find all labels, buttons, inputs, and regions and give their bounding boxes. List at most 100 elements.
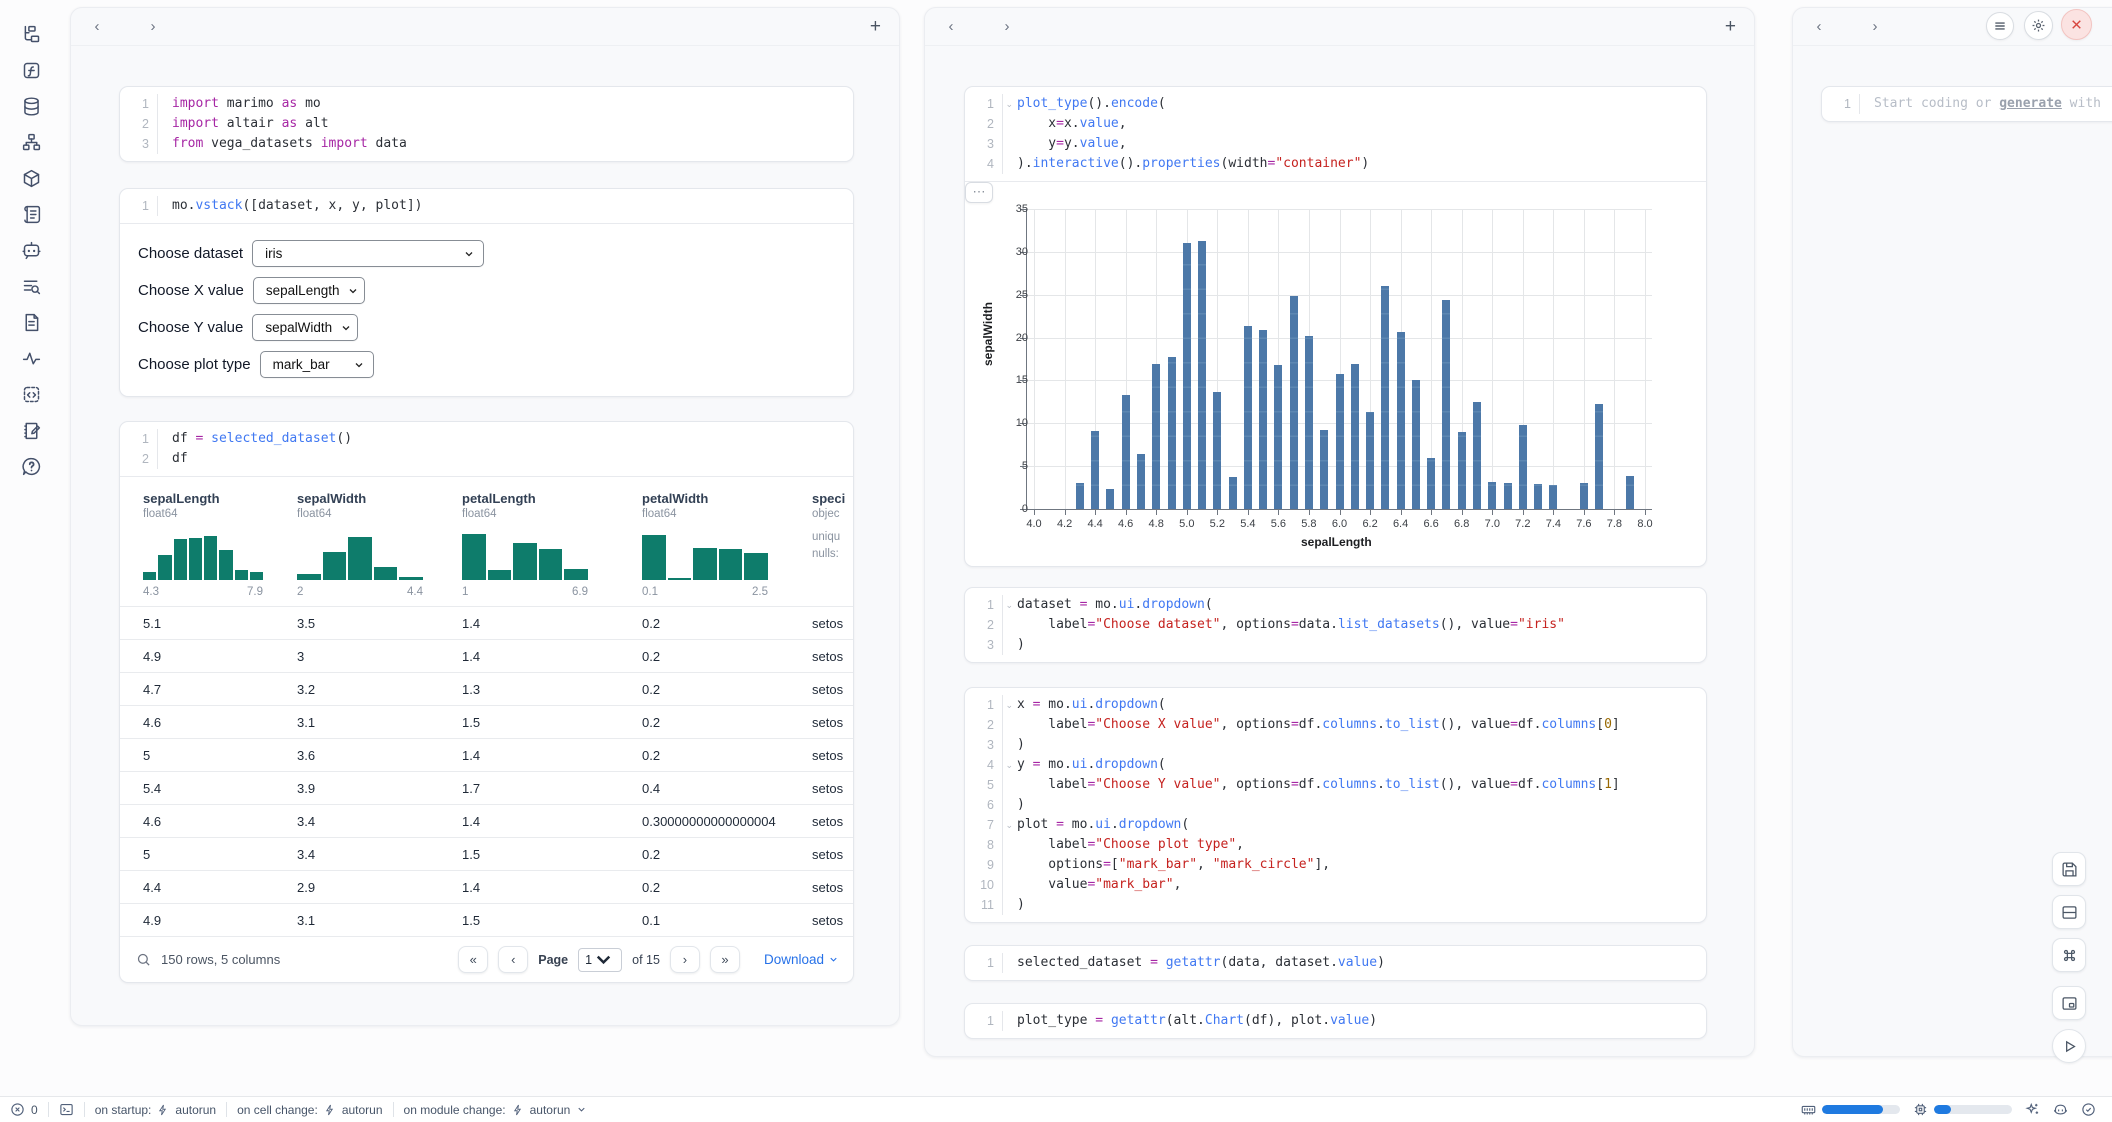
download-button[interactable]: Download bbox=[764, 952, 839, 967]
table-row[interactable]: 5.13.51.40.2setos bbox=[120, 606, 853, 639]
sidebar-item-scratchpad[interactable] bbox=[20, 419, 42, 441]
run-config-1[interactable]: on cell change:autorun bbox=[237, 1103, 382, 1117]
table-row[interactable]: 5.43.91.70.4setos bbox=[120, 771, 853, 804]
first-page-button[interactable]: « bbox=[458, 946, 488, 973]
code-line[interactable]: plot_type = getattr(alt.Chart(df), plot.… bbox=[1003, 1011, 1706, 1031]
code-line[interactable]: plot_type().encode( bbox=[1003, 94, 1706, 114]
ai-assist-button[interactable] bbox=[2025, 1102, 2040, 1117]
run-config-0[interactable]: on startup:autorun bbox=[95, 1103, 216, 1117]
table-row[interactable]: 53.41.50.2setos bbox=[120, 837, 853, 870]
code-line[interactable]: df bbox=[158, 449, 853, 469]
prev-page-button[interactable]: ‹ bbox=[498, 946, 528, 973]
cell-editor[interactable]: 1mo.vstack([dataset, x, y, plot]) bbox=[120, 189, 853, 223]
code-line[interactable]: import marimo as mo bbox=[158, 94, 853, 114]
code-line[interactable]: label="Choose dataset", options=data.lis… bbox=[1003, 615, 1706, 635]
x-value-select[interactable]: sepalLength bbox=[253, 277, 365, 304]
code-line[interactable]: selected_dataset = getattr(data, dataset… bbox=[1003, 953, 1706, 973]
shutdown-button[interactable] bbox=[2061, 9, 2092, 40]
code-line[interactable]: ).interactive().properties(width="contai… bbox=[1003, 154, 1706, 174]
sidebar-item-packages[interactable] bbox=[20, 167, 42, 189]
sidebar-item-logs[interactable] bbox=[20, 203, 42, 225]
sidebar-item-chat[interactable] bbox=[20, 239, 42, 261]
layout-select-button[interactable] bbox=[2052, 895, 2086, 929]
y-value-select[interactable]: sepalWidth bbox=[252, 314, 358, 341]
cell-vstack[interactable]: 1mo.vstack([dataset, x, y, plot])Choose … bbox=[119, 188, 854, 397]
cell-editor[interactable]: 1⌄x = mo.ui.dropdown(2 label="Choose X v… bbox=[965, 688, 1706, 922]
column-header-sepalWidth[interactable]: sepalWidthfloat6424.4 bbox=[297, 491, 462, 598]
code-line[interactable]: plot = mo.ui.dropdown( bbox=[1003, 815, 1706, 835]
connection-status[interactable] bbox=[2081, 1102, 2096, 1117]
cell-dataframe[interactable]: 1df = selected_dataset()2df sepalLengthfl… bbox=[119, 421, 854, 983]
code-line[interactable]: label="Choose X value", options=df.colum… bbox=[1003, 715, 1706, 735]
code-line[interactable]: import altair as alt bbox=[158, 114, 853, 134]
settings-button[interactable] bbox=[2024, 11, 2053, 40]
empty-cell[interactable]: 1 Start coding or generate with bbox=[1821, 86, 2112, 122]
sidebar-item-database[interactable] bbox=[20, 95, 42, 117]
cell-editor[interactable]: 1plot_type = getattr(alt.Chart(df), plot… bbox=[965, 1004, 1706, 1038]
sidebar-item-file-tree[interactable] bbox=[20, 23, 42, 45]
code-line[interactable]: value="mark_bar", bbox=[1003, 875, 1706, 895]
table-row[interactable]: 53.61.40.2setos bbox=[120, 738, 853, 771]
sidebar-item-help[interactable] bbox=[20, 455, 42, 477]
code-line[interactable]: ) bbox=[1003, 895, 1706, 915]
cell-xy-plot-dropdowns[interactable]: 1⌄x = mo.ui.dropdown(2 label="Choose X v… bbox=[964, 687, 1707, 923]
run-all-button[interactable] bbox=[2052, 1029, 2086, 1063]
page-select[interactable]: 1 bbox=[578, 948, 622, 972]
plot-type-select[interactable]: mark_bar bbox=[260, 351, 374, 378]
table-row[interactable]: 4.931.40.2setos bbox=[120, 639, 853, 672]
sidebar-item-tracebacks[interactable] bbox=[20, 347, 42, 369]
column-header-petalWidth[interactable]: petalWidthfloat640.12.5 bbox=[642, 491, 812, 598]
dataset-select[interactable]: iris bbox=[252, 240, 484, 267]
column-back-button[interactable]: ‹ bbox=[943, 18, 959, 35]
terminal-button[interactable] bbox=[59, 1102, 74, 1117]
column-header-sepalLength[interactable]: sepalLengthfloat644.37.9 bbox=[143, 491, 297, 598]
code-line[interactable]: df = selected_dataset() bbox=[158, 429, 853, 449]
copilot-button[interactable] bbox=[2053, 1102, 2068, 1117]
next-page-button[interactable]: › bbox=[670, 946, 700, 973]
run-config-2[interactable]: on module change:autorun bbox=[404, 1103, 588, 1117]
code-line[interactable]: options=["mark_bar", "mark_circle"], bbox=[1003, 855, 1706, 875]
code-line[interactable]: dataset = mo.ui.dropdown( bbox=[1003, 595, 1706, 615]
table-row[interactable]: 4.63.11.50.2setos bbox=[120, 705, 853, 738]
chart-menu-button[interactable]: ⋯ bbox=[965, 182, 993, 203]
cell-editor[interactable]: 1⌄plot_type().encode(2 x=x.value,3 y=y.v… bbox=[965, 87, 1706, 181]
code-line[interactable]: label="Choose plot type", bbox=[1003, 835, 1706, 855]
table-row[interactable]: 4.93.11.50.1setos bbox=[120, 903, 853, 936]
add-cell-button[interactable]: + bbox=[1725, 16, 1736, 38]
table-row[interactable]: 4.73.21.30.2setos bbox=[120, 672, 853, 705]
code-line[interactable]: x=x.value, bbox=[1003, 114, 1706, 134]
sidebar-item-snippets[interactable] bbox=[20, 383, 42, 405]
cell-imports[interactable]: 1import marimo as mo2import altair as al… bbox=[119, 86, 854, 162]
last-page-button[interactable]: » bbox=[710, 946, 740, 973]
cell-plot[interactable]: 1⌄plot_type().encode(2 x=x.value,3 y=y.v… bbox=[964, 86, 1707, 567]
search-icon[interactable] bbox=[136, 952, 151, 967]
code-line[interactable]: mo.vstack([dataset, x, y, plot]) bbox=[158, 196, 853, 216]
cell-selected-dataset[interactable]: 1selected_dataset = getattr(data, datase… bbox=[964, 945, 1707, 981]
cell-editor[interactable]: 1⌄dataset = mo.ui.dropdown(2 label="Choo… bbox=[965, 588, 1706, 662]
code-line[interactable]: x = mo.ui.dropdown( bbox=[1003, 695, 1706, 715]
cpu-usage[interactable] bbox=[1913, 1102, 2012, 1117]
code-line[interactable]: ) bbox=[1003, 795, 1706, 815]
save-button[interactable] bbox=[2052, 852, 2086, 886]
code-line[interactable]: ) bbox=[1003, 735, 1706, 755]
code-line[interactable]: label="Choose Y value", options=df.colum… bbox=[1003, 775, 1706, 795]
table-row[interactable]: 4.63.41.40.30000000000000004setos bbox=[120, 804, 853, 837]
code-line[interactable]: ) bbox=[1003, 635, 1706, 655]
generate-with-ai-link[interactable]: generate bbox=[1999, 96, 2062, 111]
cell-editor[interactable]: 1selected_dataset = getattr(data, datase… bbox=[965, 946, 1706, 980]
code-line[interactable]: from vega_datasets import data bbox=[158, 134, 853, 154]
minimal-mode-button[interactable] bbox=[2052, 986, 2086, 1020]
code-line[interactable]: y=y.value, bbox=[1003, 134, 1706, 154]
cell-editor[interactable]: 1df = selected_dataset()2df bbox=[120, 422, 853, 476]
menu-button[interactable] bbox=[1986, 12, 2014, 40]
sidebar-item-dependency-graph[interactable] bbox=[20, 131, 42, 153]
code-line[interactable]: y = mo.ui.dropdown( bbox=[1003, 755, 1706, 775]
sidebar-item-search-list[interactable] bbox=[20, 275, 42, 297]
cell-editor[interactable]: Start coding or generate with bbox=[1860, 94, 2112, 114]
ram-usage[interactable] bbox=[1801, 1102, 1900, 1117]
keyboard-shortcuts-button[interactable] bbox=[2052, 938, 2086, 972]
cell-dataset-dropdown[interactable]: 1⌄dataset = mo.ui.dropdown(2 label="Choo… bbox=[964, 587, 1707, 663]
cell-plot-type[interactable]: 1plot_type = getattr(alt.Chart(df), plot… bbox=[964, 1003, 1707, 1039]
column-forward-button[interactable]: › bbox=[1867, 18, 1883, 35]
sidebar-item-functions[interactable] bbox=[20, 59, 42, 81]
